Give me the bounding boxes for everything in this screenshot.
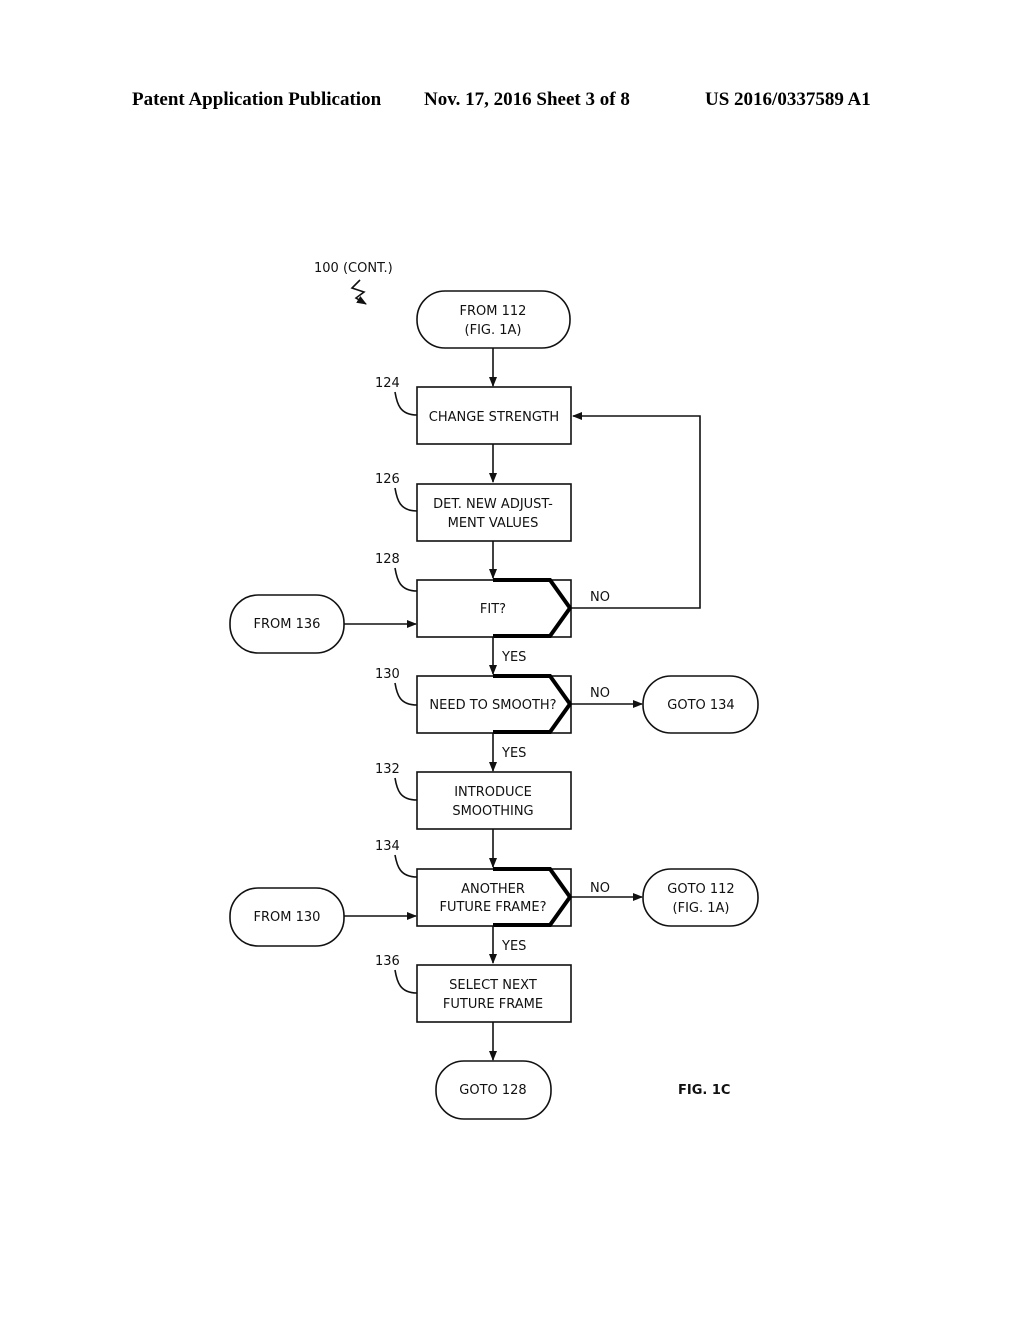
- figure-label: FIG. 1C: [678, 1083, 730, 1098]
- ref-number: 130: [375, 667, 400, 682]
- step-text: FIT?: [480, 602, 506, 617]
- step-text: CHANGE STRENGTH: [429, 410, 559, 425]
- ref-leader-line: [394, 777, 418, 801]
- step-text: DET. NEW ADJUST-: [433, 497, 553, 512]
- terminal-text: FROM 136: [254, 617, 321, 632]
- arrow-no-loop-to-124: [571, 412, 701, 609]
- edge-label-yes: YES: [501, 939, 526, 954]
- terminal-from-136: FROM 136: [229, 594, 345, 654]
- terminal-goto-112: GOTO 112 (FIG. 1A): [642, 868, 759, 927]
- terminal-from-130: FROM 130: [229, 887, 345, 947]
- ref-number: 126: [375, 472, 400, 487]
- terminal-text: FROM 130: [254, 910, 321, 925]
- edge-label-yes: YES: [501, 650, 526, 665]
- step-text: INTRODUCE: [454, 785, 532, 800]
- squiggle-leader-icon: [350, 279, 367, 305]
- step-124-change-strength: 124 CHANGE STRENGTH: [375, 376, 572, 445]
- terminal-text: (FIG. 1A): [465, 323, 522, 338]
- ref-number: 134: [375, 839, 400, 854]
- flowchart: 100 (CONT.) FROM 112 (FIG. 1A) 124 CHANG…: [229, 261, 759, 1120]
- step-text: FUTURE FRAME?: [439, 900, 546, 915]
- ref-leader-line: [394, 487, 418, 512]
- terminal-goto-134: GOTO 134: [642, 675, 759, 734]
- ref-leader-line: [394, 391, 418, 416]
- ref-leader-line: [394, 567, 418, 592]
- step-text: NEED TO SMOOTH?: [429, 698, 556, 713]
- ref-number: 124: [375, 376, 400, 391]
- terminal-text: GOTO 134: [667, 698, 734, 713]
- step-text: ANOTHER: [461, 882, 525, 897]
- decision-134-another-future-frame: 134 ANOTHER FUTURE FRAME?: [375, 839, 573, 927]
- terminal-from-112: FROM 112 (FIG. 1A): [416, 290, 571, 349]
- terminal-goto-128: GOTO 128: [435, 1060, 552, 1120]
- terminal-text: FROM 112: [460, 304, 527, 319]
- step-text: MENT VALUES: [448, 516, 539, 531]
- edge-label-no: NO: [590, 881, 610, 896]
- step-text: SMOOTHING: [452, 804, 533, 819]
- terminal-text: (FIG. 1A): [673, 901, 730, 916]
- ref-leader-line: [394, 682, 418, 706]
- ref-number: 136: [375, 954, 400, 969]
- terminal-text: GOTO 112: [667, 882, 734, 897]
- step-136-select-next-future-frame: 136 SELECT NEXT FUTURE FRAME: [375, 954, 572, 1023]
- step-text: SELECT NEXT: [449, 978, 537, 993]
- figure-ref-label: 100 (CONT.): [314, 261, 393, 276]
- edge-label-no: NO: [590, 686, 610, 701]
- step-text: FUTURE FRAME: [443, 997, 543, 1012]
- ref-number: 128: [375, 552, 400, 567]
- decision-130-need-to-smooth: 130 NEED TO SMOOTH?: [375, 667, 573, 734]
- step-126-det-new-adjustment-values: 126 DET. NEW ADJUST- MENT VALUES: [375, 472, 572, 542]
- ref-number: 132: [375, 762, 400, 777]
- step-132-introduce-smoothing: 132 INTRODUCE SMOOTHING: [375, 762, 572, 830]
- edge-label-no: NO: [590, 590, 610, 605]
- ref-leader-line: [394, 854, 418, 878]
- edge-label-yes: YES: [501, 746, 526, 761]
- ref-leader-line: [394, 969, 418, 994]
- terminal-text: GOTO 128: [459, 1083, 526, 1098]
